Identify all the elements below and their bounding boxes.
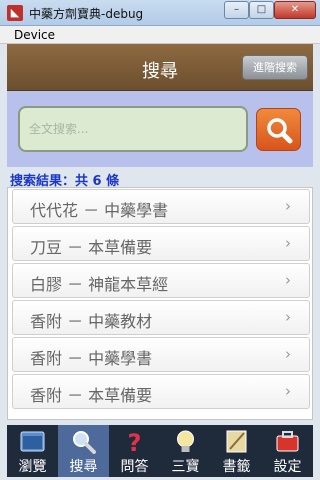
window-titlebar: ◣ 中藥方劑寶典-debug – □ ✕: [0, 0, 320, 26]
tab-label: 三寶: [171, 459, 200, 475]
list-item-label: 刀豆 － 本草備要: [30, 238, 153, 257]
chevron-right-icon: ›: [285, 234, 291, 252]
search-input[interactable]: [18, 106, 248, 152]
app-icon: ◣: [7, 5, 23, 21]
search-button[interactable]: [256, 108, 301, 151]
list-item[interactable]: 白膠 － 神龍本草經 ›: [12, 263, 310, 298]
tab-label: 瀏覽: [18, 459, 47, 475]
tab-browse[interactable]: 瀏覽: [7, 425, 58, 477]
chevron-right-icon: ›: [285, 271, 291, 289]
bookmark-icon: [226, 430, 247, 453]
list-item[interactable]: 香附 － 中藥教材 ›: [12, 300, 310, 335]
list-item-label: 香附 － 中藥教材: [30, 312, 153, 331]
search-panel: [7, 91, 313, 167]
chevron-right-icon: ›: [285, 308, 291, 326]
lightbulb-icon: [177, 430, 194, 452]
list-item-label: 香附 － 中藥學書: [30, 349, 153, 368]
tab-settings[interactable]: 設定: [262, 425, 313, 477]
search-icon: [267, 118, 293, 144]
tab-label: 設定: [273, 459, 302, 475]
list-item[interactable]: 刀豆 － 本草備要 ›: [12, 226, 310, 261]
advanced-search-button[interactable]: 進階搜索: [242, 55, 308, 80]
app-header: 搜尋 進階搜索: [7, 44, 313, 91]
magnifier-icon: [73, 431, 96, 454]
chevron-right-icon: ›: [285, 382, 291, 400]
list-item-label: 代代花 － 中藥學書: [30, 201, 169, 220]
list-item-label: 白膠 － 神龍本草經: [30, 275, 169, 294]
tab-bookmarks[interactable]: 書籤: [211, 425, 262, 477]
list-item-label: 香附 － 本草備要: [30, 386, 153, 405]
browse-icon: [20, 431, 45, 452]
minimize-button[interactable]: –: [224, 1, 249, 19]
list-item[interactable]: 香附 － 中藥學書 ›: [12, 337, 310, 372]
tab-label: 搜尋: [69, 459, 98, 475]
maximize-button[interactable]: □: [249, 1, 274, 19]
tab-qa[interactable]: ? 問答: [109, 425, 160, 477]
tab-bar: 瀏覽 搜尋 ? 問答 三寶 書籤 設定: [7, 425, 313, 477]
chevron-right-icon: ›: [285, 345, 291, 363]
window-title: 中藥方劑寶典-debug: [29, 7, 144, 21]
list-item[interactable]: 代代花 － 中藥學書 ›: [12, 189, 310, 224]
toolbox-icon: [276, 431, 299, 452]
tab-search[interactable]: 搜尋: [58, 425, 109, 477]
menu-bar: Device: [0, 26, 320, 44]
question-icon: ?: [128, 429, 142, 455]
tab-label: 問答: [120, 459, 149, 475]
svg-text:?: ?: [128, 429, 142, 455]
tab-treasures[interactable]: 三寶: [160, 425, 211, 477]
results-list: 代代花 － 中藥學書 › 刀豆 － 本草備要 › 白膠 － 神龍本草經 › 香附…: [7, 187, 313, 420]
list-item[interactable]: 香附 － 本草備要 ›: [12, 374, 310, 409]
close-button[interactable]: ✕: [274, 1, 316, 19]
chevron-right-icon: ›: [285, 197, 291, 215]
menu-device[interactable]: Device: [14, 28, 55, 42]
tab-label: 書籤: [222, 459, 251, 475]
